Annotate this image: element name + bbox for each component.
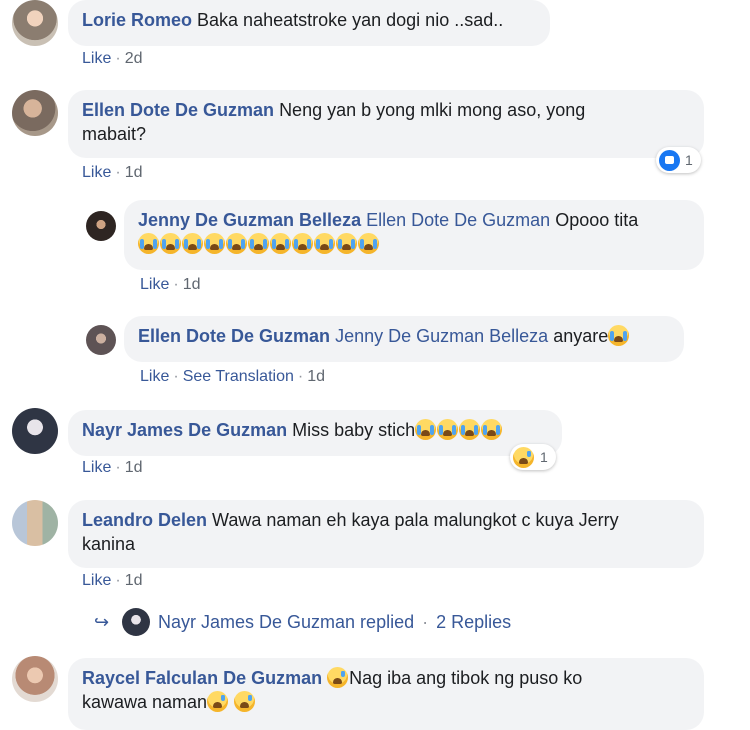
avatar[interactable] <box>12 0 58 46</box>
comment-bubble: Leandro Delen Wawa naman eh kaya pala ma… <box>68 500 704 568</box>
separator: · <box>173 368 179 385</box>
crying-emoji-icon <box>608 325 630 346</box>
comment-actions: Like · 1d <box>82 164 142 182</box>
like-link[interactable]: Like <box>140 368 169 385</box>
sad-reaction-icon <box>513 446 534 468</box>
comment-text: Opooo tita <box>555 210 639 230</box>
comment-actions: Like · 1d <box>82 572 142 590</box>
timestamp[interactable]: 1d <box>125 164 143 181</box>
comment-author[interactable]: Ellen Dote De Guzman <box>138 326 330 346</box>
avatar[interactable] <box>12 656 58 702</box>
crying-emoji-icon <box>138 233 380 254</box>
replied-text[interactable]: Nayr James De Guzman replied <box>158 612 414 633</box>
comment-text: Wawa naman eh kaya pala malungkot c kuya… <box>212 510 619 530</box>
like-link[interactable]: Like <box>82 50 111 67</box>
comment-text: Baka naheatstroke yan dogi nio ..sad.. <box>197 10 504 30</box>
comment-author[interactable]: Jenny De Guzman Belleza <box>138 210 361 230</box>
comment-actions: Like · See Translation · 1d <box>140 368 325 386</box>
reply-bubble: Ellen Dote De Guzman Jenny De Guzman Bel… <box>124 316 684 362</box>
comment-text: Nag iba ang tibok ng puso ko <box>349 668 583 688</box>
comment-author[interactable]: Nayr James De Guzman <box>82 420 287 440</box>
comment-text: Neng yan b yong mlki mong aso, yong <box>279 100 586 120</box>
timestamp[interactable]: 1d <box>307 368 325 385</box>
separator: · <box>173 276 179 293</box>
reaction-count: 1 <box>540 449 548 465</box>
like-link[interactable]: Like <box>82 164 111 181</box>
see-translation-link[interactable]: See Translation <box>183 368 294 385</box>
separator: · <box>115 572 121 589</box>
timestamp[interactable]: 1d <box>125 459 143 476</box>
avatar <box>122 608 150 636</box>
sad-emoji-icon <box>234 691 256 712</box>
crying-emoji-icon <box>415 419 503 440</box>
like-link[interactable]: Like <box>140 276 169 293</box>
avatar[interactable] <box>12 500 58 546</box>
avatar[interactable] <box>86 211 116 241</box>
comment-bubble: Nayr James De Guzman Miss baby stich <box>68 410 562 456</box>
reaction-badge[interactable]: 1 <box>510 444 556 470</box>
reaction-badge[interactable]: 1 <box>656 147 701 173</box>
comment-bubble: Ellen Dote De Guzman Neng yan b yong mlk… <box>68 90 704 158</box>
separator: · <box>422 611 429 632</box>
comment-author[interactable]: Lorie Romeo <box>82 10 192 30</box>
like-reaction-icon <box>659 149 680 171</box>
separator: · <box>115 459 121 476</box>
comment-author[interactable]: Leandro Delen <box>82 510 207 530</box>
comment-author[interactable]: Raycel Falculan De Guzman <box>82 668 322 688</box>
reply-bubble: Jenny De Guzman Belleza Ellen Dote De Gu… <box>124 200 704 270</box>
comment-actions: Like · 1d <box>82 459 142 477</box>
comment-actions: Like · 2d <box>82 50 142 68</box>
comment-text: kawawa naman <box>82 692 208 712</box>
reaction-count: 1 <box>685 152 693 168</box>
timestamp[interactable]: 2d <box>125 50 143 67</box>
sad-emoji-icon <box>327 667 349 688</box>
avatar[interactable] <box>86 325 116 355</box>
like-link[interactable]: Like <box>82 459 111 476</box>
comment-text: Miss baby stich <box>292 420 416 440</box>
mention-link[interactable]: Jenny De Guzman Belleza <box>335 326 548 346</box>
like-link[interactable]: Like <box>82 572 111 589</box>
timestamp[interactable]: 1d <box>183 276 201 293</box>
comment-bubble: Lorie Romeo Baka naheatstroke yan dogi n… <box>68 0 550 46</box>
separator: · <box>115 164 121 181</box>
comment-text: kanina <box>82 534 136 554</box>
separator: · <box>297 368 304 385</box>
comment-bubble: Raycel Falculan De Guzman Nag iba ang ti… <box>68 658 704 730</box>
sad-emoji-icon <box>207 691 229 712</box>
separator: · <box>115 50 121 67</box>
comment-text: mabait? <box>82 124 147 144</box>
mention-link[interactable]: Ellen Dote De Guzman <box>366 210 550 230</box>
comment-actions: Like · 1d <box>140 276 200 294</box>
comment-text: anyare <box>553 326 609 346</box>
view-replies-link[interactable]: ↪ Nayr James De Guzman replied · 2 Repli… <box>94 608 511 636</box>
avatar[interactable] <box>12 90 58 136</box>
replies-count[interactable]: 2 Replies <box>436 612 511 633</box>
timestamp[interactable]: 1d <box>125 572 143 589</box>
comment-author[interactable]: Ellen Dote De Guzman <box>82 100 274 120</box>
reply-arrow-icon: ↪ <box>94 611 110 632</box>
avatar[interactable] <box>12 408 58 454</box>
